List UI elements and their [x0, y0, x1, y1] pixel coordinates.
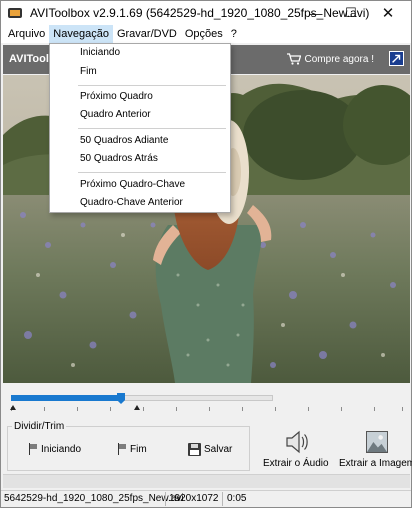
navigation-dropdown-menu: Iniciando Fim Próximo Quadro Quadro Ante… — [49, 43, 231, 213]
timeline-ticks — [11, 407, 403, 412]
status-resolution: 1920x1072 — [169, 493, 219, 504]
extract-image-button[interactable]: Extrair a Imagem — [339, 429, 412, 473]
menu-item-proximo-quadro-chave[interactable]: Próximo Quadro-Chave — [80, 179, 185, 190]
buy-now-label: Compre agora ! — [304, 53, 374, 65]
maximize-button[interactable]: ☐ — [334, 1, 368, 25]
trim-start-label: Iniciando — [41, 443, 82, 455]
timeline-progress — [11, 395, 121, 401]
extract-image-label: Extrair a Imagem — [339, 458, 412, 469]
menu-item-50-quadros-adiante[interactable]: 50 Quadros Adiante — [80, 135, 168, 146]
status-file-name: 5642529-hd_1920_1080_25fps_New.avi — [4, 493, 184, 504]
share-icon[interactable] — [389, 51, 404, 66]
timeline-thumb[interactable] — [117, 393, 125, 404]
speaker-icon — [286, 430, 308, 454]
horizontal-scrollbar[interactable] — [3, 474, 410, 488]
status-duration: 0:05 — [227, 493, 247, 504]
status-bar: 5642529-hd_1920_1080_25fps_New.avi 1920x… — [1, 490, 411, 507]
trim-start-button[interactable]: Iniciando — [28, 441, 81, 457]
extract-audio-button[interactable]: Extrair o Áudio — [263, 429, 329, 473]
menu-item-quadro-anterior[interactable]: Quadro Anterior — [80, 109, 151, 120]
menu-arquivo[interactable]: Arquivo — [4, 25, 49, 43]
flag-icon — [28, 443, 38, 455]
extract-audio-label: Extrair o Áudio — [263, 458, 329, 469]
trim-end-marker[interactable] — [134, 405, 140, 410]
menu-item-quadro-chave-anterior[interactable]: Quadro-Chave Anterior — [80, 197, 183, 208]
brand-label: AVITool — [9, 53, 49, 65]
save-label: Salvar — [204, 443, 233, 455]
buy-now-button[interactable]: Compre agora ! — [286, 53, 374, 65]
menu-item-iniciando[interactable]: Iniciando — [80, 47, 120, 58]
menu-gravar-dvd[interactable]: Gravar/DVD — [113, 25, 181, 43]
flag-icon — [117, 443, 127, 455]
app-icon — [8, 6, 22, 20]
close-button[interactable]: ✕ — [371, 1, 405, 25]
menu-bar: Arquivo Navegação Gravar/DVD Opções ? — [1, 25, 411, 43]
minimize-button[interactable]: — — [299, 1, 333, 25]
app-window: AVIToolbox v2.9.1.69 (5642529-hd_1920_10… — [0, 0, 412, 508]
menu-item-fim[interactable]: Fim — [80, 66, 97, 77]
timeline — [3, 384, 410, 424]
trim-start-marker[interactable] — [10, 405, 16, 410]
save-button[interactable]: Salvar — [188, 441, 232, 457]
menu-help[interactable]: ? — [227, 25, 241, 43]
menu-separator — [78, 85, 226, 86]
image-icon — [366, 431, 389, 453]
trim-end-button[interactable]: Fim — [117, 441, 147, 457]
menu-opcoes[interactable]: Opções — [181, 25, 227, 43]
trim-end-label: Fim — [130, 443, 147, 455]
menu-separator — [78, 128, 226, 129]
cart-icon — [286, 53, 301, 65]
trim-group-title: Dividir/Trim — [12, 421, 67, 432]
menu-navegacao[interactable]: Navegação — [49, 25, 113, 43]
menu-separator — [78, 172, 226, 173]
title-bar: AVIToolbox v2.9.1.69 (5642529-hd_1920_10… — [1, 1, 411, 25]
menu-item-proximo-quadro[interactable]: Próximo Quadro — [80, 91, 153, 102]
floppy-disk-icon — [188, 442, 201, 456]
menu-item-50-quadros-atras[interactable]: 50 Quadros Atrás — [80, 153, 158, 164]
